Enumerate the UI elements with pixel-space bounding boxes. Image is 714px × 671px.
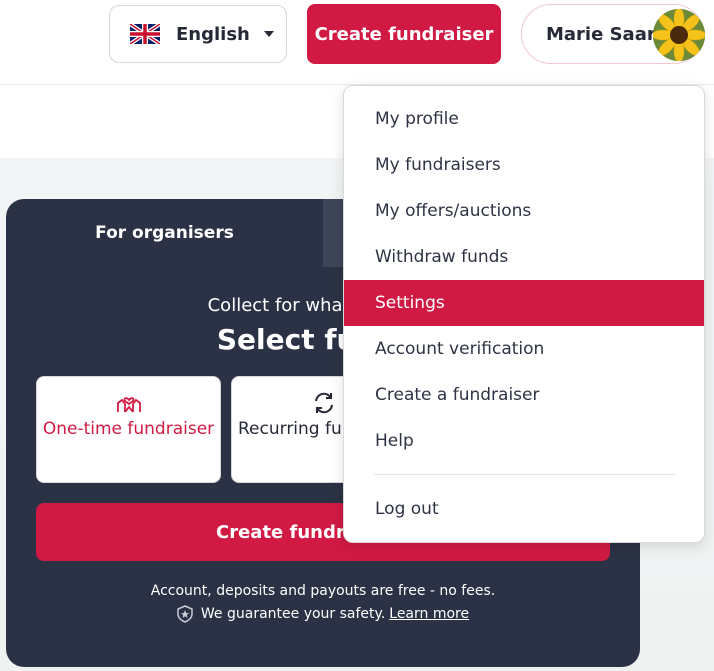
menu-item-help[interactable]: Help — [344, 418, 704, 464]
chevron-down-icon — [263, 31, 274, 37]
option-one-time[interactable]: One-time fundraiser — [36, 376, 221, 483]
menu-item-withdraw-funds[interactable]: Withdraw funds — [344, 234, 704, 280]
shield-icon — [177, 605, 193, 623]
sunflower-avatar — [653, 9, 705, 61]
menu-item-account-verification[interactable]: Account verification — [344, 326, 704, 372]
tab-for-organisers[interactable]: For organisers — [6, 199, 323, 267]
menu-item-my-offers-auctions[interactable]: My offers/auctions — [344, 188, 704, 234]
user-dropdown-menu: My profile My fundraisers My offers/auct… — [343, 85, 705, 543]
safety-note: We guarantee your safety. Learn more — [6, 605, 640, 623]
learn-more-link[interactable]: Learn more — [389, 606, 469, 622]
menu-divider — [374, 474, 676, 475]
menu-item-my-fundraisers[interactable]: My fundraisers — [344, 142, 704, 188]
fees-note: Account, deposits and payouts are free -… — [150, 583, 496, 599]
refresh-icon — [314, 392, 333, 414]
uk-flag-icon — [130, 24, 160, 44]
user-menu-button[interactable]: Marie Saar — [521, 4, 705, 64]
top-bar: English Create fundraiser Marie Saar — [0, 0, 714, 85]
hands-heart-icon — [116, 397, 141, 413]
menu-item-my-profile[interactable]: My profile — [344, 96, 704, 142]
language-selector[interactable]: English — [109, 5, 287, 63]
menu-item-create-fundraiser[interactable]: Create a fundraiser — [344, 372, 704, 418]
menu-item-settings[interactable]: Settings — [344, 280, 704, 326]
menu-item-log-out[interactable]: Log out — [344, 486, 704, 532]
safety-text: We guarantee your safety. — [200, 606, 386, 622]
option-label: One-time fundraiser — [42, 419, 215, 439]
language-label: English — [176, 23, 250, 45]
avatar — [653, 9, 705, 61]
create-fundraiser-button[interactable]: Create fundraiser — [307, 4, 501, 64]
user-name: Marie Saar — [546, 23, 656, 45]
